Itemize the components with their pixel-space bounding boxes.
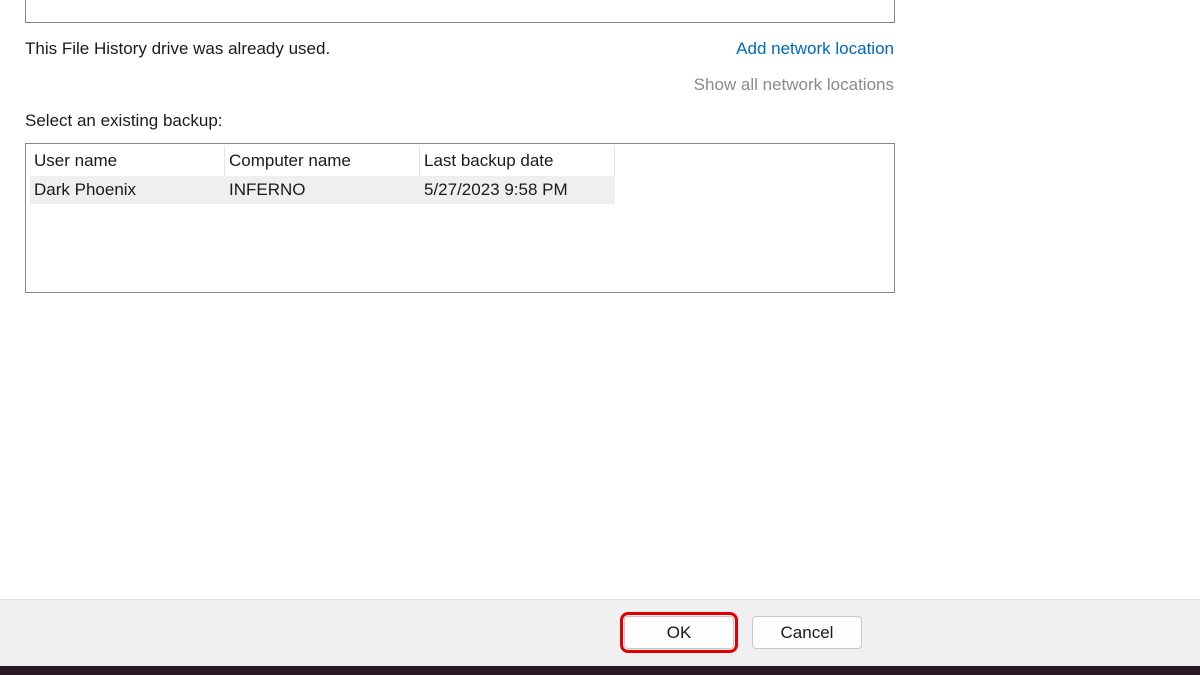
add-network-location-link[interactable]: Add network location bbox=[736, 39, 894, 59]
column-header-last-backup-date[interactable]: Last backup date bbox=[420, 146, 615, 176]
ok-button[interactable]: OK bbox=[620, 612, 738, 653]
status-text: This File History drive was already used… bbox=[25, 39, 331, 58]
drive-list-box[interactable] bbox=[25, 0, 895, 23]
list-header: User name Computer name Last backup date bbox=[30, 146, 615, 176]
taskbar bbox=[0, 666, 1200, 675]
column-header-user-name[interactable]: User name bbox=[30, 146, 225, 176]
column-header-computer-name[interactable]: Computer name bbox=[225, 146, 420, 176]
dialog-footer: OK Cancel bbox=[0, 599, 1200, 667]
table-row[interactable]: Dark Phoenix INFERNO 5/27/2023 9:58 PM bbox=[30, 176, 615, 204]
show-all-network-locations-link[interactable]: Show all network locations bbox=[694, 75, 894, 95]
cell-last-backup-date: 5/27/2023 9:58 PM bbox=[424, 180, 568, 199]
backup-list[interactable]: User name Computer name Last backup date… bbox=[25, 143, 895, 293]
select-backup-label: Select an existing backup: bbox=[25, 111, 223, 130]
cancel-button[interactable]: Cancel bbox=[752, 616, 862, 649]
cell-user-name: Dark Phoenix bbox=[34, 180, 137, 199]
cell-computer-name: INFERNO bbox=[229, 180, 306, 199]
